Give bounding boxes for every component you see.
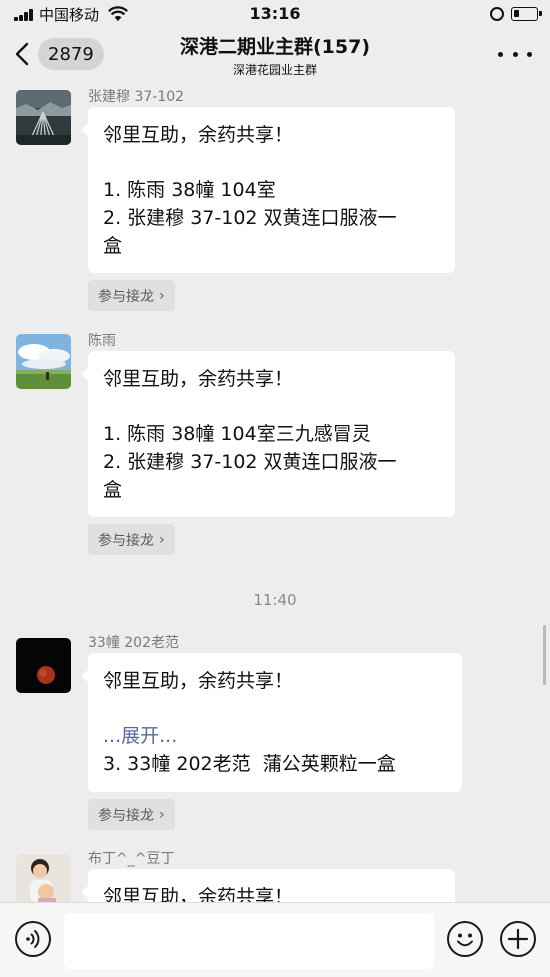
voice-icon bbox=[26, 930, 40, 948]
chevron-right-icon: › bbox=[159, 287, 165, 304]
message-bubble[interactable]: 邻里互助，余药共享！ 1. 陈雨 38幢 104室三九感冒灵 2. 张建穆 37… bbox=[81, 351, 455, 517]
message-bubble[interactable]: 邻里互助，余药共享！ 1. 陈雨 38幢 104室 2. 张建穆 37-102 … bbox=[81, 107, 455, 273]
message-line: 1. 陈雨 38幢 104室 bbox=[103, 179, 276, 201]
chat-message-list[interactable]: 张建穆 37-102 邻里互助，余药共享！ 1. 陈雨 38幢 104室 2. … bbox=[0, 80, 550, 902]
sender-avatar[interactable] bbox=[16, 638, 71, 693]
status-time: 13:16 bbox=[249, 4, 301, 23]
sky-field-avatar-image bbox=[16, 334, 71, 389]
sender-avatar[interactable] bbox=[16, 854, 71, 902]
message-line: 邻里互助，余药共享！ bbox=[103, 670, 294, 692]
battery-icon bbox=[511, 7, 542, 21]
sender-name: 张建穆 37-102 bbox=[88, 89, 185, 105]
message-bubble[interactable]: 邻里互助，余药共享！ ...展开... 3. 33幢 202老范 蒲公英颗粒一盒 bbox=[81, 653, 462, 792]
chat-subtitle: 深港花园业主群 bbox=[232, 63, 317, 77]
more-options-button[interactable] bbox=[498, 42, 532, 66]
chat-title: 深港二期业主群(157) bbox=[179, 36, 371, 58]
message-line: 盒 bbox=[103, 235, 123, 257]
back-button[interactable]: 2879 bbox=[14, 36, 114, 72]
child-photo-avatar-image bbox=[16, 854, 71, 902]
sender-avatar[interactable] bbox=[16, 90, 71, 145]
status-bar: 中国移动 13:16 bbox=[0, 0, 550, 28]
message-line: 1. 陈雨 38幢 104室三九感冒灵 bbox=[103, 423, 371, 445]
more-functions-button[interactable] bbox=[500, 921, 536, 957]
message-line: 3. 33幢 202老范 蒲公英颗粒一盒 bbox=[103, 753, 396, 775]
dot-icon bbox=[498, 51, 503, 57]
message-line: 邻里互助，余药共享！ bbox=[103, 886, 294, 902]
join-solitaire-button[interactable]: 参与接龙 › bbox=[88, 280, 175, 311]
message-line: 2. 张建穆 37-102 双黄连口服液一 bbox=[103, 207, 397, 229]
message-bubble[interactable]: 邻里互助，余药共享！ bbox=[81, 869, 455, 902]
input-bar bbox=[0, 902, 550, 977]
message-line: 邻里互助，余药共享！ bbox=[103, 124, 294, 146]
join-solitaire-button[interactable]: 参与接龙 › bbox=[88, 524, 175, 555]
join-label: 参与接龙 bbox=[98, 807, 154, 824]
chevron-left-icon bbox=[15, 42, 29, 66]
chevron-right-icon: › bbox=[159, 531, 165, 548]
message-line: 邻里互助，余药共享！ bbox=[103, 368, 294, 390]
sender-avatar[interactable] bbox=[16, 334, 71, 389]
rotation-lock-icon bbox=[490, 7, 504, 21]
unread-count-badge: 2879 bbox=[38, 38, 104, 70]
expand-link[interactable]: ...展开... bbox=[103, 722, 448, 750]
time-divider: 11:40 bbox=[253, 591, 297, 609]
chevron-right-icon: › bbox=[159, 806, 165, 823]
landscape-avatar-image bbox=[16, 90, 71, 145]
emoji-button[interactable] bbox=[447, 921, 483, 957]
moon-avatar-image bbox=[16, 638, 71, 693]
join-label: 参与接龙 bbox=[98, 532, 154, 549]
emoji-icon bbox=[457, 933, 473, 947]
message-line: 盒 bbox=[103, 479, 123, 501]
sender-name: 布丁^_^豆丁 bbox=[88, 851, 175, 867]
scrollbar-thumb[interactable] bbox=[543, 625, 546, 685]
nav-bar: 2879 深港二期业主群(157) 深港花园业主群 bbox=[0, 28, 550, 80]
plus-icon bbox=[507, 928, 529, 950]
join-solitaire-button[interactable]: 参与接龙 › bbox=[88, 799, 175, 830]
dot-icon bbox=[527, 51, 532, 57]
join-label: 参与接龙 bbox=[98, 288, 154, 305]
sender-name: 陈雨 bbox=[88, 333, 116, 349]
message-input[interactable] bbox=[64, 913, 434, 969]
voice-button[interactable] bbox=[15, 921, 51, 957]
sender-name: 33幢 202老范 bbox=[88, 635, 179, 651]
message-line: 2. 张建穆 37-102 双黄连口服液一 bbox=[103, 451, 397, 473]
dot-icon bbox=[512, 51, 518, 57]
